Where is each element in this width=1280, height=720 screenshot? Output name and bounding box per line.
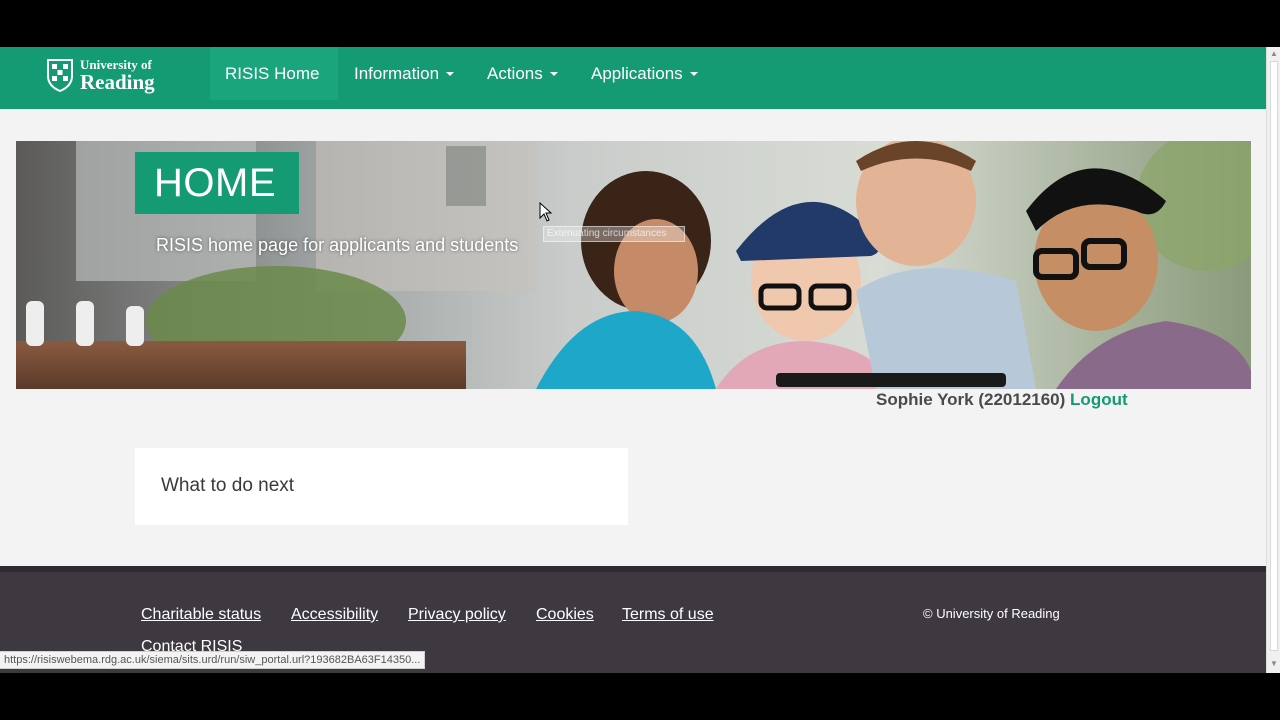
footer-link-terms-of-use[interactable]: Terms of use (622, 606, 714, 624)
footer-link-charitable-status[interactable]: Charitable status (141, 606, 261, 624)
logout-link[interactable]: Logout (1070, 390, 1128, 409)
user-name: Sophie York (22012160) (876, 390, 1066, 409)
nav-label: Information (354, 63, 440, 83)
footer-link-accessibility[interactable]: Accessibility (291, 606, 378, 624)
nav-risis-home[interactable]: RISIS Home (210, 47, 338, 100)
nav-actions[interactable]: Actions (472, 47, 573, 100)
footer-link-cookies[interactable]: Cookies (536, 606, 594, 624)
logo-line-2: Reading (80, 69, 155, 94)
university-logo[interactable]: University of Reading (46, 55, 155, 95)
nav-information[interactable]: Information (339, 47, 469, 100)
crest-icon (47, 59, 73, 92)
scroll-down-icon[interactable]: ▼ (1270, 659, 1278, 668)
page-title: HOME (135, 152, 299, 214)
vertical-scrollbar[interactable]: ▲ ▼ (1266, 47, 1280, 673)
caret-down-icon (446, 71, 455, 76)
top-navbar: University of Reading RISIS Home Informa… (0, 47, 1266, 109)
tooltip: Extenuating circumstances (543, 226, 685, 242)
what-to-do-next-panel[interactable]: What to do next (135, 448, 628, 525)
logo-line-1: University of (80, 56, 152, 72)
user-info: Sophie York (22012160) Logout (876, 390, 1128, 410)
caret-down-icon (549, 71, 558, 76)
browser-viewport: University of Reading RISIS Home Informa… (0, 47, 1266, 673)
footer-link-privacy-policy[interactable]: Privacy policy (408, 606, 506, 624)
nav-label: RISIS Home (225, 63, 320, 83)
caret-down-icon (689, 71, 698, 76)
nav-label: Actions (487, 63, 543, 83)
screen-frame: University of Reading RISIS Home Informa… (0, 0, 1280, 720)
page-subtitle: RISIS home page for applicants and stude… (156, 235, 519, 255)
panel-title: What to do next (161, 475, 295, 496)
scrollbar-thumb[interactable] (1270, 61, 1278, 651)
scroll-up-icon[interactable]: ▲ (1270, 49, 1278, 58)
nav-applications[interactable]: Applications (576, 47, 713, 100)
mouse-cursor-icon (539, 202, 553, 222)
nav-label: Applications (591, 63, 683, 83)
status-bar-url: https://risiswebema.rdg.ac.uk/siema/sits… (0, 651, 426, 669)
copyright-text: © University of Reading (923, 606, 1060, 621)
